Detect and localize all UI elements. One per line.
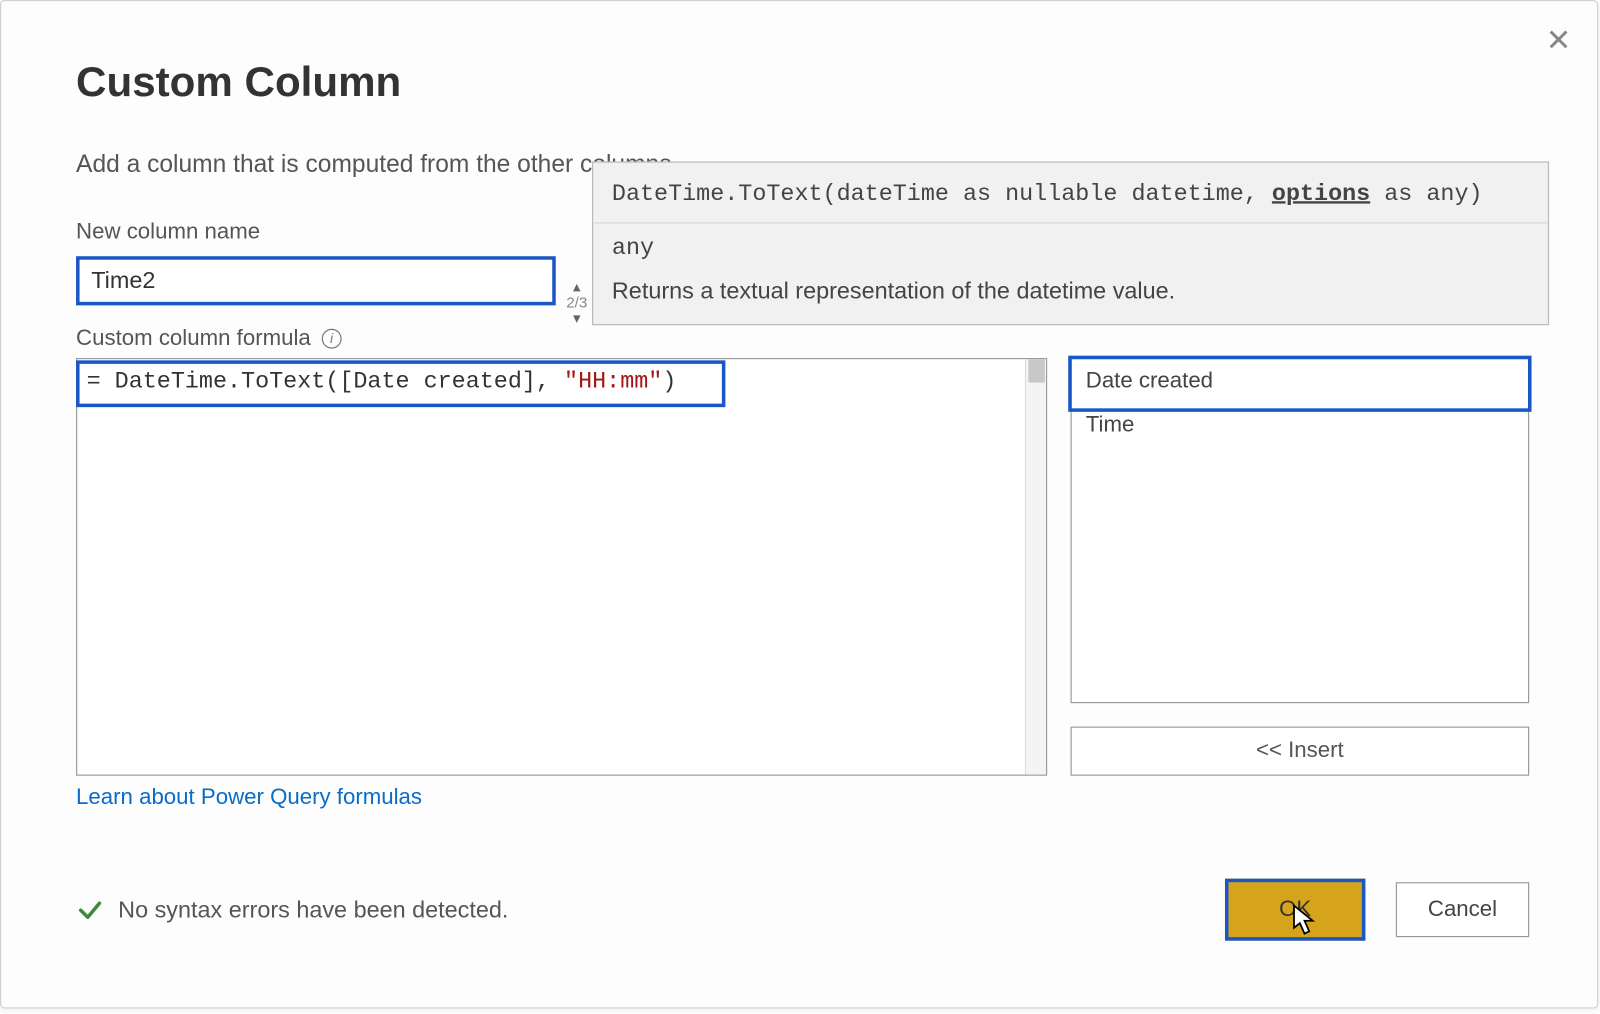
status-message: No syntax errors have been detected. — [118, 897, 508, 924]
insert-button[interactable]: << Insert — [1071, 727, 1530, 776]
available-column-item[interactable]: Time — [1072, 404, 1528, 448]
tooltip-signature-pre: DateTime.ToText(dateTime as nullable dat… — [612, 181, 1272, 208]
formula-label: Custom column formula i — [76, 326, 341, 352]
custom-column-dialog: ✕ Custom Column Add a column that is com… — [0, 0, 1598, 1009]
info-icon[interactable]: i — [322, 329, 342, 349]
close-icon[interactable]: ✕ — [1546, 25, 1572, 55]
checkmark-icon — [76, 896, 104, 924]
status-row: No syntax errors have been detected. — [76, 896, 508, 924]
formula-text: = DateTime.ToText([Date created], "HH:mm… — [87, 369, 677, 396]
formula-editor[interactable]: = DateTime.ToText([Date created], "HH:mm… — [76, 358, 1047, 776]
tooltip-active-param: options — [1272, 181, 1370, 208]
tooltip-signature-post: as any) — [1370, 181, 1482, 208]
overload-spinner[interactable]: ▴ 2/3 ▾ — [559, 280, 594, 326]
dialog-title: Custom Column — [76, 57, 401, 106]
new-column-name-label: New column name — [76, 220, 260, 246]
chevron-down-icon[interactable]: ▾ — [559, 311, 594, 325]
ok-button[interactable]: OK — [1225, 879, 1365, 941]
chevron-up-icon[interactable]: ▴ — [559, 280, 594, 294]
available-columns-list[interactable]: Date created Time — [1071, 358, 1530, 703]
intellisense-tooltip: DateTime.ToText(dateTime as nullable dat… — [592, 161, 1549, 325]
cancel-button[interactable]: Cancel — [1396, 882, 1529, 937]
new-column-name-input[interactable] — [76, 256, 556, 305]
scrollbar-thumb[interactable] — [1028, 359, 1044, 382]
tooltip-return-type: any — [593, 223, 1548, 273]
dialog-subtitle: Add a column that is computed from the o… — [76, 151, 678, 179]
learn-link[interactable]: Learn about Power Query formulas — [76, 785, 422, 811]
tooltip-description: Returns a textual representation of the … — [593, 274, 1548, 324]
available-column-item[interactable]: Date created — [1072, 359, 1528, 403]
formula-scrollbar[interactable] — [1025, 359, 1046, 774]
